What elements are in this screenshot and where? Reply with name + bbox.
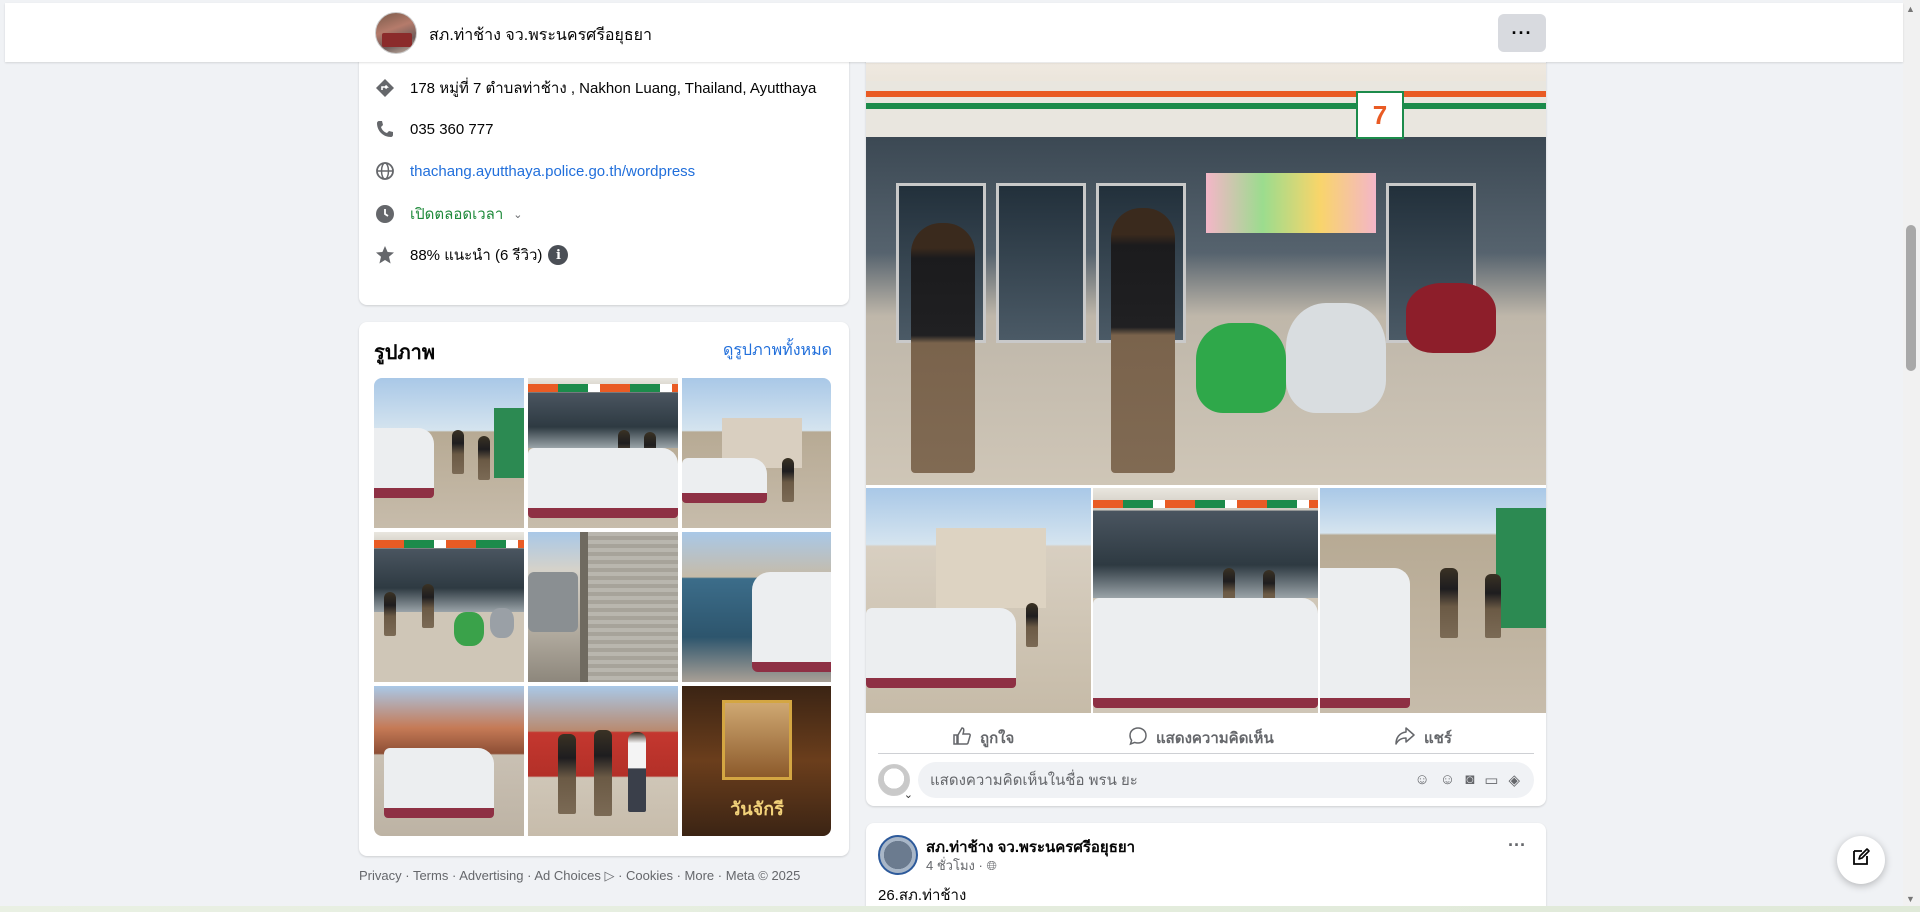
phone-row: 035 360 777	[374, 118, 493, 140]
more-link[interactable]: More	[685, 868, 715, 883]
commenter-avatar[interactable]	[878, 764, 913, 801]
comment-button[interactable]: แสดงความคิดเห็น	[1128, 719, 1274, 757]
phone-text: 035 360 777	[410, 120, 494, 138]
star-icon	[374, 244, 396, 266]
like-button[interactable]: ถูกใจ	[952, 719, 1014, 757]
directions-icon	[374, 77, 396, 99]
photo-thumbnail[interactable]	[374, 532, 524, 682]
cookies-link[interactable]: Cookies	[626, 868, 673, 883]
store-poster	[1206, 173, 1376, 233]
ad-choices-icon: ▷	[604, 868, 615, 883]
globe-icon	[374, 160, 396, 182]
post-photo-2[interactable]	[866, 488, 1091, 713]
compose-icon	[1851, 847, 1871, 873]
comment-icon	[1128, 726, 1148, 751]
more-options-button[interactable]: ···	[1498, 14, 1546, 52]
page-avatar[interactable]	[375, 12, 417, 54]
feed-post-2: สภ.ท่าช้าง จว.พระนครศรีอยุธยา 4 ชั่วโมง …	[866, 823, 1546, 912]
officer-figure	[911, 223, 975, 473]
photos-grid: วันจักรี	[374, 378, 831, 836]
officer-figure	[1111, 208, 1175, 473]
copyright-text: Meta © 2025	[725, 868, 801, 883]
taskbar-edge	[0, 906, 1920, 912]
post-main-photo[interactable]: 7	[866, 63, 1546, 485]
post-text: 26.สภ.ท่าช้าง	[878, 887, 967, 904]
post-author-avatar[interactable]	[878, 835, 918, 875]
website-link[interactable]: thachang.ayutthaya.police.go.th/wordpres…	[410, 163, 695, 180]
scroll-down-arrow-icon[interactable]: ▼	[1906, 894, 1915, 904]
terms-link[interactable]: Terms	[413, 868, 448, 883]
hours-dropdown[interactable]: เปิดตลอดเวลา	[410, 202, 503, 226]
comment-tools: ☺ ☺ ◙ ▭ ◈	[1415, 771, 1520, 789]
new-message-button[interactable]	[1837, 836, 1885, 884]
phone-icon	[374, 118, 396, 140]
clock-icon	[374, 203, 396, 225]
thumbs-up-icon	[952, 726, 972, 751]
photo-thumbnail[interactable]	[682, 532, 831, 682]
gif-icon[interactable]: ▭	[1484, 771, 1498, 789]
post-actions: ถูกใจ แสดงความคิดเห็น แชร์	[866, 719, 1546, 757]
see-all-photos-link[interactable]: ดูรูปภาพทั้งหมด	[723, 338, 832, 363]
hours-row: เปิดตลอดเวลา ⌄	[374, 202, 522, 226]
photos-title: รูปภาพ	[374, 342, 436, 364]
post-photo-3[interactable]	[1093, 488, 1318, 713]
store-logo: 7	[1356, 91, 1404, 139]
sticker-icon[interactable]: ◈	[1508, 771, 1520, 789]
post-timestamp[interactable]: 4 ชั่วโมง · 🌐︎	[926, 855, 997, 876]
comment-label: แสดงความคิดเห็น	[1156, 730, 1274, 747]
ad-choices-link[interactable]: Ad Choices	[534, 868, 600, 883]
info-icon[interactable]: i	[548, 245, 569, 265]
rating-text: 88% แนะนำ (6 รีวิว)	[410, 247, 543, 264]
store-sign	[866, 81, 1546, 137]
photo-thumbnail[interactable]	[528, 532, 678, 682]
rating-row: 88% แนะนำ (6 รีวิว) i	[374, 243, 569, 267]
page-header: สภ.ท่าช้าง จว.พระนครศรีอยุธยา ···	[5, 3, 1903, 62]
post-photo-4[interactable]	[1320, 488, 1546, 713]
photo-thumbnail[interactable]	[374, 686, 524, 836]
page-scrollbar[interactable]	[1903, 0, 1920, 912]
like-label: ถูกใจ	[980, 730, 1015, 747]
page-title[interactable]: สภ.ท่าช้าง จว.พระนครศรีอยุธยา	[429, 23, 652, 48]
photo-thumbnail[interactable]	[528, 686, 678, 836]
address-text: 178 หมู่ที่ 7 ตำบลท่าช้าง , Nakhon Luang…	[410, 80, 817, 97]
intro-card: 178 หมู่ที่ 7 ตำบลท่าช้าง , Nakhon Luang…	[359, 40, 849, 305]
photos-card: รูปภาพ ดูรูปภาพทั้งหมด วันจักรี	[359, 322, 849, 856]
footer-links: Privacy · Terms · Advertising · Ad Choic…	[359, 868, 801, 883]
photo-thumbnail[interactable]	[528, 378, 678, 528]
comment-input[interactable]: แสดงความคิดเห็นในชื่อ พรน ยะ ☺ ☺ ◙ ▭ ◈	[918, 762, 1534, 798]
camera-icon[interactable]: ◙	[1465, 771, 1474, 789]
photo-thumbnail[interactable]: วันจักรี	[682, 686, 831, 836]
advertising-link[interactable]: Advertising	[459, 868, 523, 883]
share-icon	[1394, 726, 1416, 751]
poster-caption: วันจักรี	[730, 799, 784, 819]
privacy-link[interactable]: Privacy	[359, 868, 402, 883]
globe-icon: 🌐︎	[986, 858, 997, 873]
comment-placeholder: แสดงความคิดเห็นในชื่อ พรน ยะ	[930, 772, 1138, 789]
share-button[interactable]: แชร์	[1394, 719, 1452, 757]
address-row: 178 หมู่ที่ 7 ตำบลท่าช้าง , Nakhon Luang…	[374, 76, 816, 100]
post-options-button[interactable]: ···	[1508, 835, 1526, 856]
photo-thumbnail[interactable]	[682, 378, 831, 528]
photo-thumbnail[interactable]	[374, 378, 524, 528]
actions-divider	[878, 753, 1534, 754]
more-horizontal-icon: ···	[1511, 22, 1533, 43]
emoji-icon[interactable]: ☺	[1440, 771, 1455, 789]
chevron-down-icon[interactable]: ⌄	[513, 208, 522, 221]
website-row: thachang.ayutthaya.police.go.th/wordpres…	[374, 160, 695, 182]
comment-composer: แสดงความคิดเห็นในชื่อ พรน ยะ ☺ ☺ ◙ ▭ ◈	[878, 762, 1534, 801]
avatar-sticker-icon[interactable]: ☺	[1415, 771, 1430, 789]
scroll-up-arrow-icon[interactable]: ▲	[1906, 4, 1915, 14]
scrollbar-thumb[interactable]	[1906, 225, 1916, 371]
feed-post: 7 ถูกใจ แสดงความคิดเห็น แชร์ ⌄ แสดงความค…	[866, 40, 1546, 806]
share-label: แชร์	[1424, 730, 1452, 747]
